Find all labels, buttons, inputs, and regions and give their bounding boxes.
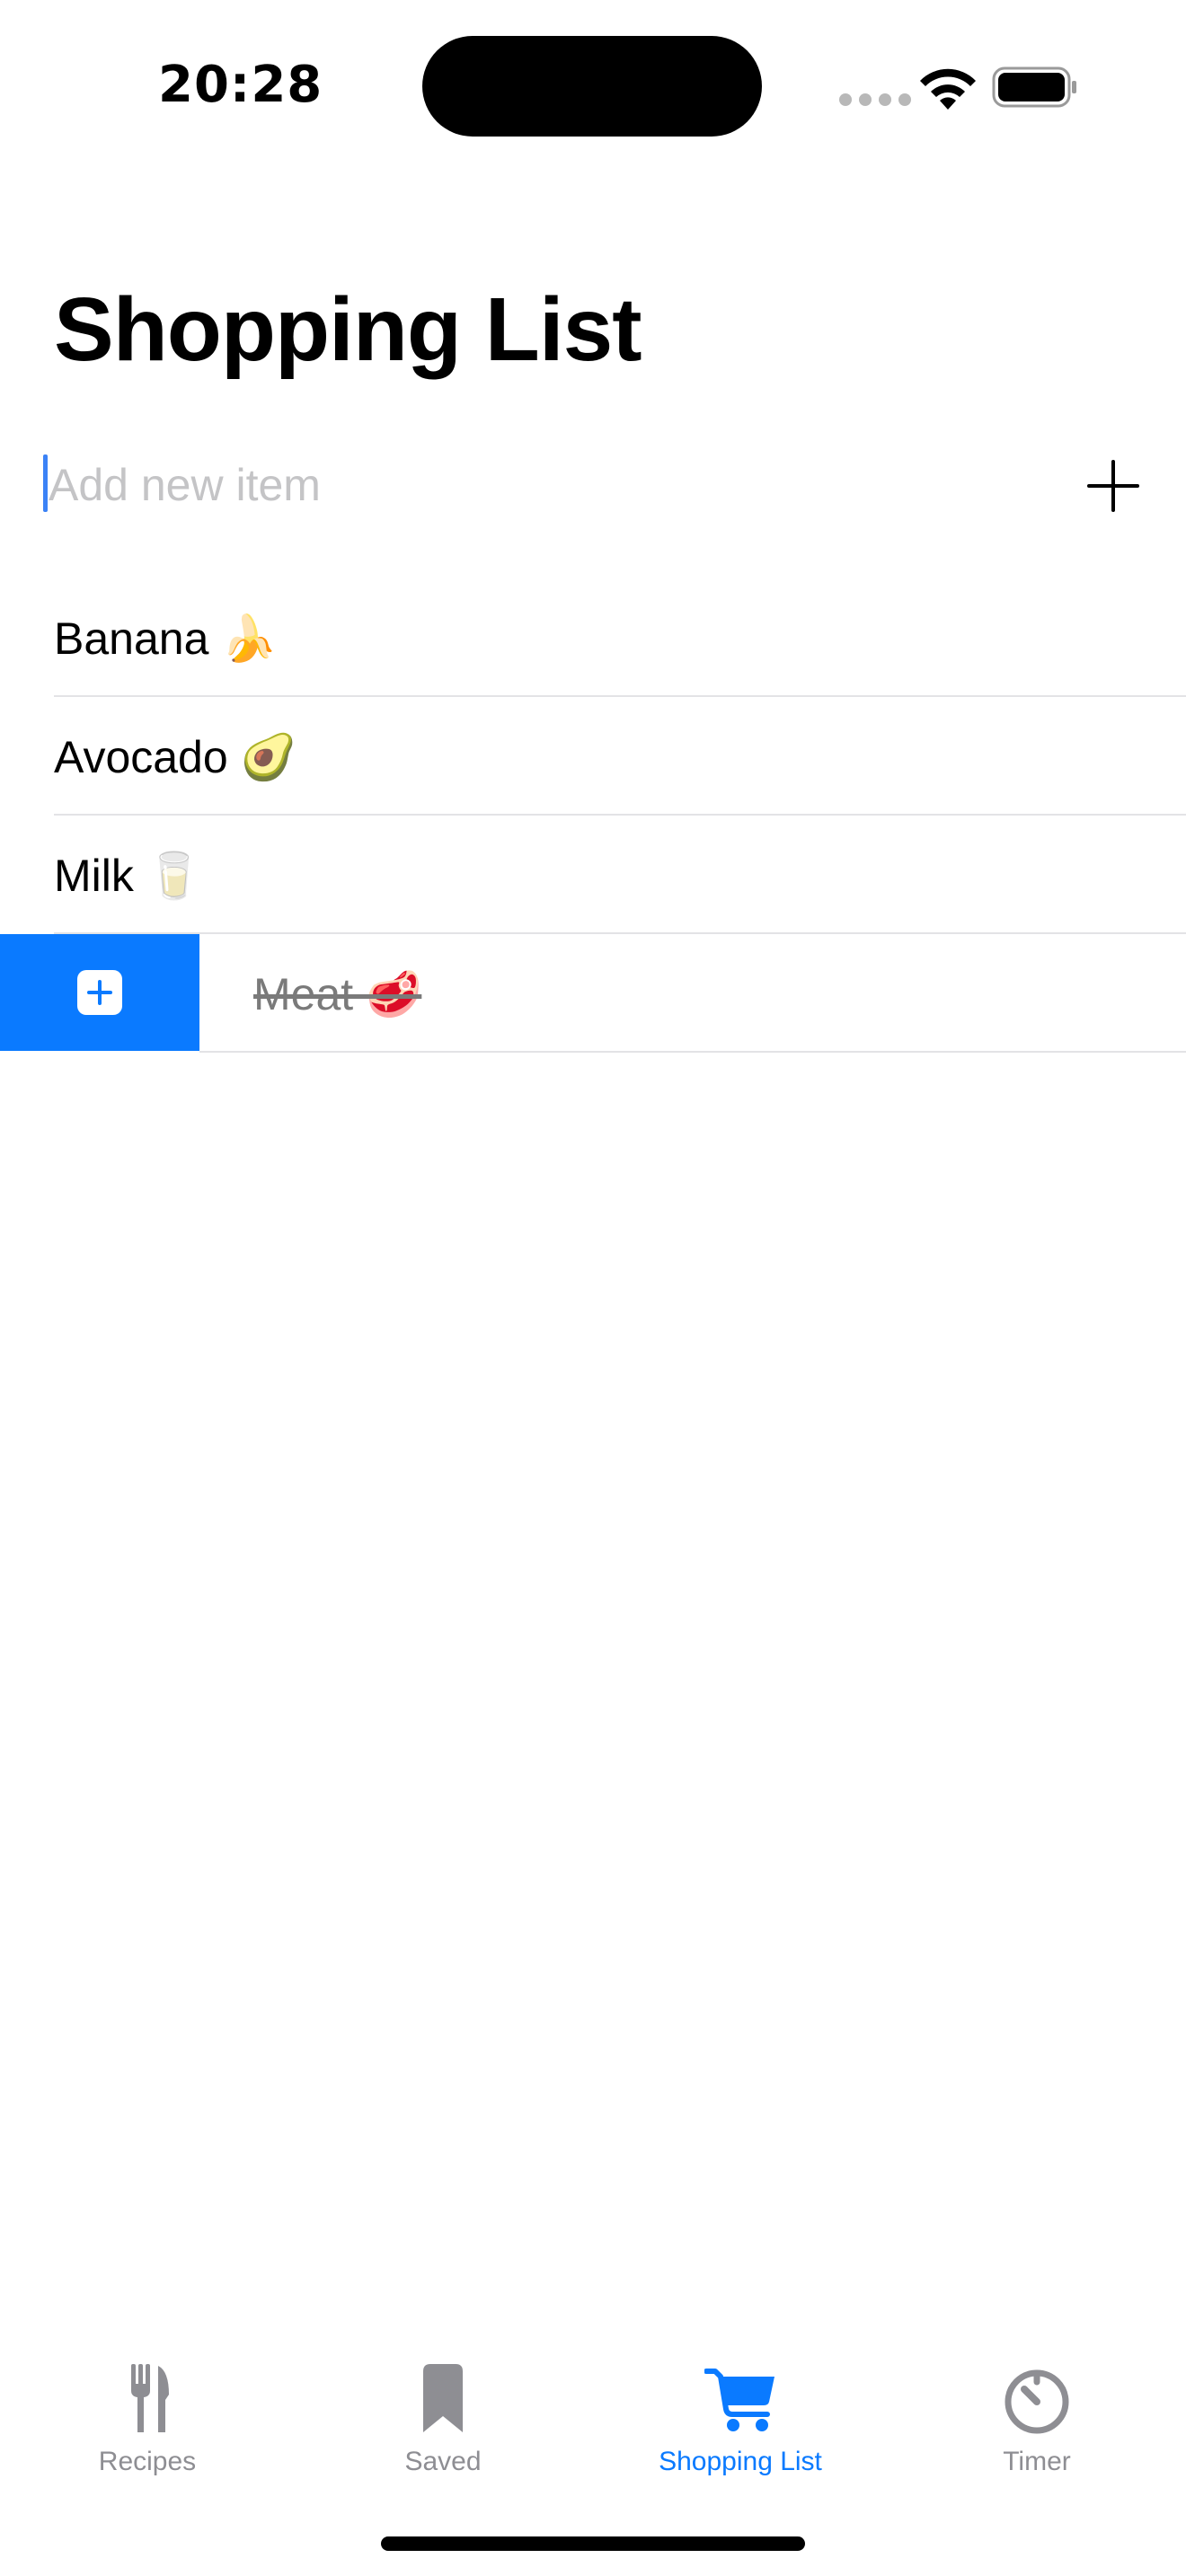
list-item-label: Milk 🥛 — [54, 851, 203, 901]
tab-label: Timer — [1003, 2447, 1071, 2476]
tab-saved[interactable]: Saved — [335, 2362, 551, 2488]
tab-label: Saved — [404, 2447, 482, 2476]
list-item-label: Meat 🥩 — [253, 969, 422, 1019]
timer-icon — [1005, 2369, 1069, 2434]
status-bar: 20:28 — [0, 0, 1186, 180]
cart-icon — [704, 2369, 774, 2431]
separator — [199, 1051, 1186, 1053]
swipe-action-button[interactable] — [0, 934, 199, 1051]
tab-recipes[interactable]: Recipes — [40, 2362, 255, 2488]
shopping-list: Banana 🍌 Avocado 🥑 Milk 🥛 Meat 🥩 — [0, 578, 1186, 1053]
tab-bar: Recipes Saved Shopping List Timer — [0, 2335, 1186, 2497]
plus-square-icon — [77, 970, 122, 1015]
cellular-signal-icon — [839, 93, 911, 106]
battery-icon — [992, 66, 1076, 108]
list-item[interactable]: Banana 🍌 — [0, 578, 1186, 697]
add-item-row — [43, 449, 1150, 521]
text-caret — [43, 454, 48, 512]
tab-timer[interactable]: Timer — [929, 2362, 1145, 2488]
status-time: 20:28 — [158, 56, 323, 114]
add-item-button[interactable] — [1082, 454, 1145, 517]
tab-label: Recipes — [98, 2447, 197, 2476]
dynamic-island — [422, 36, 762, 137]
home-indicator — [381, 2536, 805, 2551]
bookmark-icon — [423, 2364, 463, 2432]
tab-label: Shopping List — [659, 2447, 822, 2476]
wifi-icon — [920, 68, 976, 110]
fork-knife-icon — [131, 2364, 169, 2432]
list-item[interactable]: Milk 🥛 — [0, 816, 1186, 934]
list-item-label: Banana 🍌 — [54, 613, 278, 664]
page-title: Shopping List — [54, 279, 642, 380]
list-item-checked[interactable]: Meat 🥩 — [0, 934, 1186, 1053]
tab-shopping-list[interactable]: Shopping List — [633, 2362, 848, 2488]
list-item[interactable]: Avocado 🥑 — [0, 697, 1186, 816]
add-item-input[interactable] — [47, 449, 945, 521]
list-item-label: Avocado 🥑 — [54, 732, 296, 782]
